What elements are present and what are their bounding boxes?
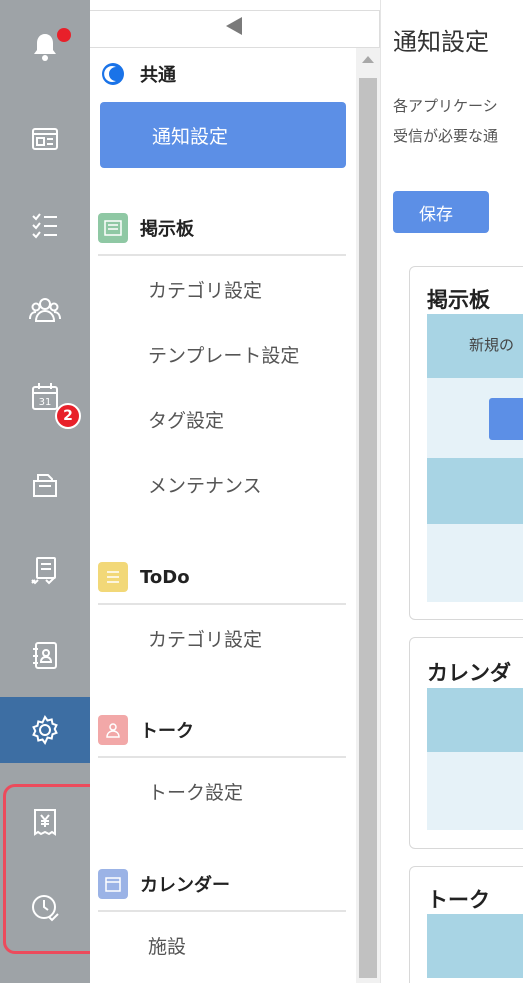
menu-item-tag-settings[interactable]: タグ設定 (148, 406, 348, 433)
people-icon[interactable] (0, 277, 90, 343)
table-header-cell: 新規の (469, 336, 515, 354)
gear-icon[interactable] (0, 697, 90, 763)
menu-item-maintenance[interactable]: メンテナンス (148, 471, 348, 498)
section-todo: ToDo (98, 557, 346, 597)
calendar-day-label: 31 (39, 397, 52, 408)
save-button[interactable]: 保存 (393, 191, 489, 233)
section-common: 共通 (98, 54, 346, 94)
table-header-row (427, 458, 523, 524)
menu-item-notification-settings[interactable]: 通知設定 (100, 102, 346, 168)
table-header-row (427, 914, 523, 978)
card-title: 掲示板 (427, 288, 490, 312)
description-line-2: 受信が必要な通 (393, 127, 499, 145)
section-title: カレンダー (140, 875, 230, 896)
card-title: カレンダ (427, 661, 511, 685)
section-title: 掲示板 (140, 219, 194, 240)
document-check-icon[interactable] (0, 537, 90, 603)
app-rail: 31 2 (0, 0, 104, 983)
section-title: 共通 (140, 65, 176, 86)
section-divider (98, 254, 346, 256)
bulletin-board-icon (98, 213, 128, 243)
people-icon (98, 715, 128, 745)
menu-item-category-settings[interactable]: カテゴリ設定 (148, 276, 348, 303)
checklist-icon[interactable] (0, 191, 90, 257)
calendar-icon (98, 869, 128, 899)
scroll-up-arrow-icon[interactable] (362, 56, 374, 63)
description-line-1: 各アプリケーシ (393, 97, 498, 115)
card-title: トーク (427, 888, 490, 912)
main-content: 通知設定 各アプリケーシ 受信が必要な通 保存 掲示板 新規の カレンダ トーク (380, 0, 523, 983)
page-title: 通知設定 (393, 28, 489, 56)
section-divider (98, 756, 346, 758)
folder-icon[interactable] (0, 452, 90, 518)
calendar-icon[interactable]: 31 2 (0, 364, 90, 430)
bell-icon[interactable] (0, 14, 90, 80)
table-row (427, 752, 523, 830)
collapse-arrow-icon[interactable] (226, 17, 242, 35)
section-talk: トーク (98, 710, 346, 750)
scrollbar-thumb[interactable] (359, 78, 377, 978)
menu-item-template-settings[interactable]: テンプレート設定 (148, 341, 348, 368)
menu-scrollbar[interactable] (356, 48, 380, 983)
moon-icon (98, 59, 128, 89)
menu-item-talk-settings[interactable]: トーク設定 (148, 778, 348, 805)
menu-item-todo-category-settings[interactable]: カテゴリ設定 (148, 625, 348, 652)
bulletin-board-icon[interactable] (0, 106, 90, 172)
section-bulletin-board: 掲示板 (98, 208, 346, 248)
section-divider (98, 910, 346, 912)
calendar-badge: 2 (55, 403, 81, 429)
highlight-annotation (3, 784, 104, 954)
settings-menu: 共通 通知設定 掲示板 カテゴリ設定 テンプレート設定 タグ設定 メンテナンス … (90, 0, 380, 983)
table-row (427, 524, 523, 602)
table-header-row (427, 688, 523, 752)
notification-dot (57, 28, 71, 42)
row-action-button[interactable] (489, 398, 523, 440)
section-calendar: カレンダー (98, 864, 346, 904)
section-divider (98, 603, 346, 605)
menu-header-bar (90, 10, 380, 48)
section-title: ToDo (140, 566, 190, 588)
section-title: トーク (140, 721, 194, 742)
menu-item-facilities[interactable]: 施設 (148, 932, 348, 959)
address-book-icon[interactable] (0, 622, 90, 688)
checklist-icon (98, 562, 128, 592)
